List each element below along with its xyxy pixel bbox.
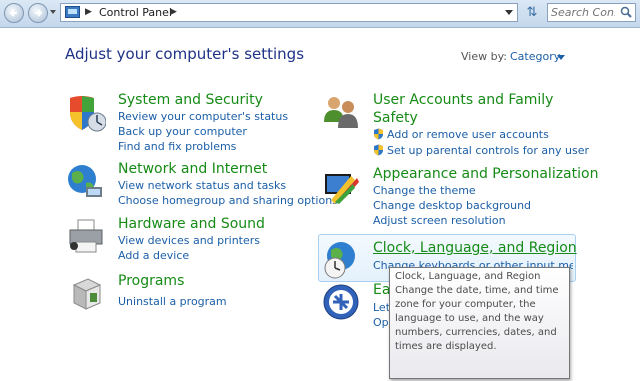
link-uninstall[interactable]: Uninstall a program bbox=[118, 295, 227, 308]
link-devices-printers[interactable]: View devices and printers bbox=[118, 234, 260, 247]
refresh-icon: ⇅ bbox=[526, 5, 538, 20]
uac-shield-icon bbox=[374, 144, 383, 156]
control-panel-icon bbox=[65, 6, 80, 18]
link-partial[interactable]: Op bbox=[373, 316, 389, 329]
appearance-palette-icon bbox=[325, 174, 359, 204]
breadcrumb-separator-icon[interactable]: ▶ bbox=[170, 7, 177, 17]
breadcrumb-separator-icon[interactable]: ▶ bbox=[85, 7, 92, 17]
category-title[interactable]: User Accounts and Family bbox=[373, 92, 553, 108]
search-input[interactable] bbox=[551, 5, 615, 20]
category-title[interactable]: Network and Internet bbox=[118, 161, 267, 177]
category-title-line2[interactable]: Safety bbox=[373, 110, 418, 126]
tooltip: Clock, Language, and Region Change the d… bbox=[389, 267, 570, 379]
search-box[interactable] bbox=[547, 3, 636, 22]
tooltip-body: Change the date, time, and time zone for… bbox=[395, 285, 559, 352]
category-system-security: System and Security Review your computer… bbox=[66, 92, 306, 153]
link-text[interactable]: Add or remove user accounts bbox=[387, 128, 549, 141]
tooltip-title: Clock, Language, and Region bbox=[395, 271, 541, 282]
link-back-up[interactable]: Back up your computer bbox=[118, 125, 247, 138]
address-bar[interactable]: ▶ Control Panel ▶ bbox=[60, 3, 518, 22]
category-hardware-sound: Hardware and Sound View devices and prin… bbox=[66, 216, 306, 262]
link-text[interactable]: Set up parental controls for any user bbox=[387, 144, 589, 157]
refresh-button[interactable]: ⇅ bbox=[522, 4, 542, 22]
search-icon[interactable] bbox=[620, 6, 632, 18]
forward-button[interactable] bbox=[28, 3, 48, 23]
link-homegroup[interactable]: Choose homegroup and sharing options bbox=[118, 194, 338, 207]
back-arrow-icon bbox=[9, 9, 17, 17]
category-title[interactable]: Ea bbox=[373, 282, 390, 298]
category-network-internet: Network and Internet View network status… bbox=[66, 161, 338, 207]
link-review-status[interactable]: Review your computer's status bbox=[118, 110, 288, 123]
control-panel-content: Adjust your computer's settings View by:… bbox=[0, 28, 640, 381]
category-title[interactable]: System and Security bbox=[118, 92, 263, 108]
programs-box-icon bbox=[72, 278, 102, 310]
view-by-label: View by: bbox=[461, 50, 507, 63]
clock-globe-icon bbox=[324, 242, 355, 279]
link-add-device[interactable]: Add a device bbox=[118, 249, 189, 262]
link-partial[interactable]: Let bbox=[373, 301, 390, 314]
view-by-dropdown[interactable]: Category bbox=[510, 50, 560, 63]
forward-arrow-icon bbox=[35, 9, 43, 17]
category-title[interactable]: Programs bbox=[118, 273, 184, 289]
category-title[interactable]: Hardware and Sound bbox=[118, 216, 265, 232]
category-appearance: Appearance and Personalization Change th… bbox=[321, 166, 598, 227]
address-dropdown-icon[interactable] bbox=[505, 10, 513, 15]
uac-shield-icon bbox=[374, 128, 383, 140]
ease-of-access-icon bbox=[323, 284, 359, 320]
recent-pages-dropdown[interactable] bbox=[50, 10, 56, 14]
breadcrumb-control-panel[interactable]: Control Panel bbox=[99, 6, 172, 19]
link-screen-resolution[interactable]: Adjust screen resolution bbox=[373, 214, 506, 227]
printer-icon bbox=[69, 219, 103, 253]
link-add-remove-users[interactable]: Add or remove user accounts bbox=[373, 128, 549, 141]
users-icon bbox=[324, 97, 358, 128]
category-title[interactable]: Appearance and Personalization bbox=[373, 166, 598, 182]
link-network-status[interactable]: View network status and tasks bbox=[118, 179, 286, 192]
navigation-bar: ▶ Control Panel ▶ ⇅ bbox=[0, 0, 640, 28]
link-change-theme[interactable]: Change the theme bbox=[373, 184, 476, 197]
chevron-down-icon[interactable] bbox=[557, 55, 565, 60]
network-globe-icon bbox=[68, 165, 102, 197]
back-button[interactable] bbox=[4, 3, 24, 23]
link-desktop-background[interactable]: Change desktop background bbox=[373, 199, 531, 212]
category-programs: Programs Uninstall a program bbox=[66, 273, 266, 313]
page-title: Adjust your computer's settings bbox=[65, 45, 305, 63]
category-user-accounts: User Accounts and Family Safety Add or r… bbox=[321, 92, 589, 160]
link-find-fix[interactable]: Find and fix problems bbox=[118, 140, 236, 153]
link-parental-controls[interactable]: Set up parental controls for any user bbox=[373, 144, 589, 157]
category-title[interactable]: Clock, Language, and Region bbox=[373, 240, 577, 256]
system-security-shield-icon bbox=[70, 96, 106, 132]
